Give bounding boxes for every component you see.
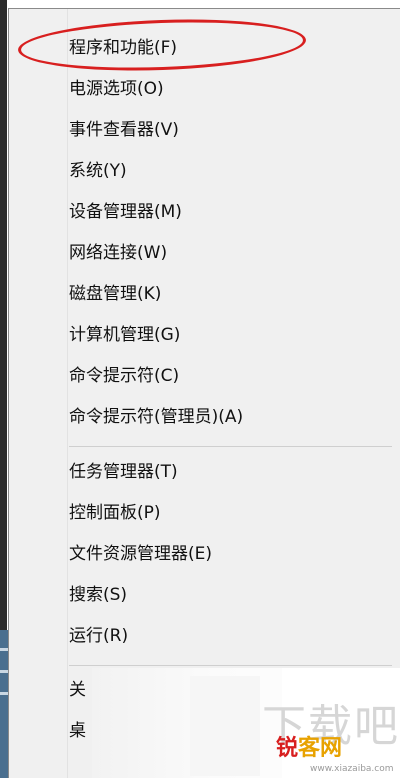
logo-part2: 客网: [298, 736, 343, 761]
menu-item-search[interactable]: 搜索(S): [69, 578, 127, 612]
menu-item-shutdown[interactable]: 关: [69, 673, 86, 707]
menu-item-device-manager[interactable]: 设备管理器(M): [69, 195, 182, 229]
menu-item-task-manager[interactable]: 任务管理器(T): [69, 455, 178, 489]
menu-item-system[interactable]: 系统(Y): [69, 154, 127, 188]
logo-part1: 锐: [276, 736, 299, 761]
menu-separator: [69, 446, 392, 447]
watermark-url: www.xiazaiba.com: [310, 764, 394, 774]
watermark-logo: 锐客网: [276, 730, 342, 762]
menu-item-command-prompt-admin[interactable]: 命令提示符(管理员)(A): [69, 400, 243, 434]
menu-item-desktop[interactable]: 桌: [69, 714, 86, 748]
menu-item-network-connections[interactable]: 网络连接(W): [69, 236, 167, 270]
menu-item-command-prompt[interactable]: 命令提示符(C): [69, 359, 179, 393]
menu-gutter: [67, 9, 68, 778]
context-menu: 程序和功能(F) 电源选项(O) 事件查看器(V) 系统(Y) 设备管理器(M)…: [8, 8, 400, 778]
menu-item-power-options[interactable]: 电源选项(O): [69, 72, 164, 106]
menu-item-event-viewer[interactable]: 事件查看器(V): [69, 113, 179, 147]
menu-item-file-explorer[interactable]: 文件资源管理器(E): [69, 537, 212, 571]
menu-item-run[interactable]: 运行(R): [69, 619, 128, 653]
menu-separator: [69, 665, 392, 666]
menu-item-computer-management[interactable]: 计算机管理(G): [69, 318, 180, 352]
screen: 程序和功能(F) 电源选项(O) 事件查看器(V) 系统(Y) 设备管理器(M)…: [0, 0, 400, 778]
menu-item-disk-management[interactable]: 磁盘管理(K): [69, 277, 161, 311]
menu-item-control-panel[interactable]: 控制面板(P): [69, 496, 161, 530]
